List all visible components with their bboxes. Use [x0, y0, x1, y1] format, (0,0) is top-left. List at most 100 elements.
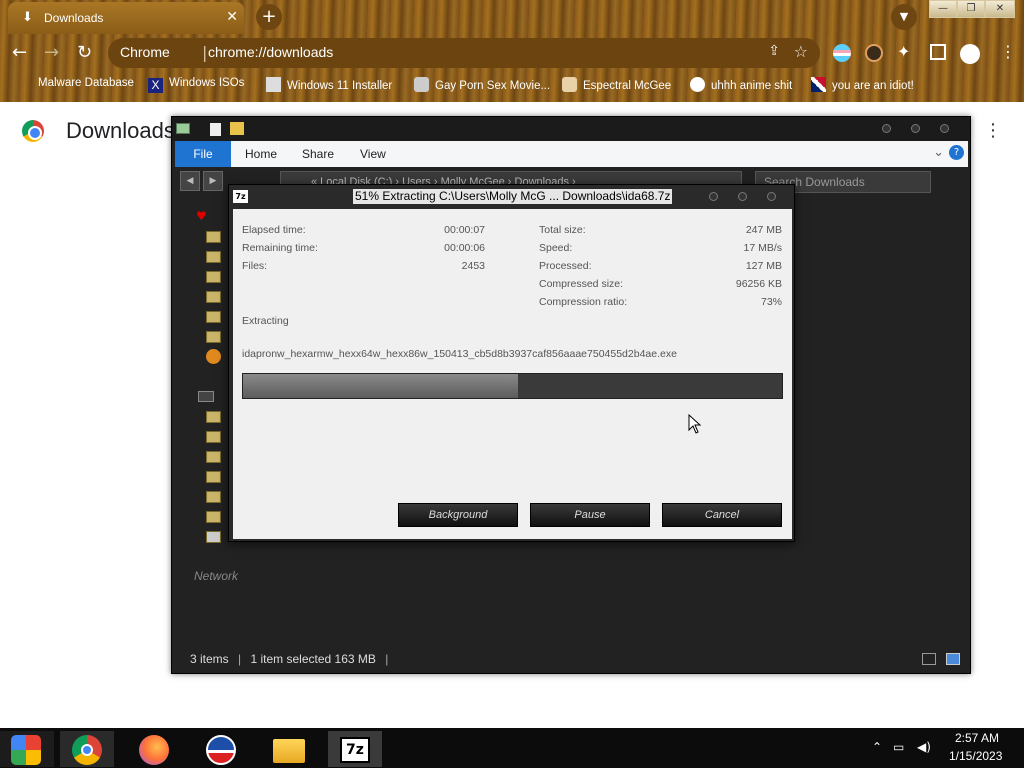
- current-file: idapronw_hexarmw_hexx64w_hexx86w_150413_…: [242, 348, 677, 360]
- favorites-heart-icon[interactable]: ♥: [196, 209, 207, 223]
- minimize-button[interactable]: [882, 124, 891, 133]
- extraction-dialog: 7z 51% Extracting C:\Users\Molly McG ...…: [228, 184, 795, 542]
- start-icon[interactable]: [0, 731, 54, 767]
- properties-icon[interactable]: [210, 123, 221, 136]
- close-tab-icon[interactable]: ✕: [226, 9, 238, 25]
- flag-icon: [811, 77, 826, 92]
- chevron-up-icon[interactable]: ⌃: [872, 740, 882, 754]
- details-view-icon[interactable]: [922, 653, 936, 665]
- 7zip-icon[interactable]: 7z: [328, 731, 382, 767]
- chrome-icon[interactable]: [60, 731, 114, 767]
- network-icon[interactable]: ▭: [893, 740, 904, 754]
- stat-value: 96256 KB: [735, 278, 782, 290]
- selection-info: 1 item selected 163 MB: [250, 652, 376, 666]
- back-arrow-icon[interactable]: ◀: [180, 171, 200, 191]
- side-panel-icon[interactable]: [930, 44, 946, 60]
- stat-label: Processed:: [539, 260, 592, 272]
- network-label[interactable]: Network: [194, 569, 238, 583]
- extension-avatar-icon[interactable]: [865, 44, 883, 62]
- bookmark-item[interactable]: Espectral McGee: [562, 77, 671, 92]
- dialog-body: Elapsed time: 00:00:07 Remaining time: 0…: [233, 209, 792, 539]
- forward-arrow-icon[interactable]: ▶: [203, 171, 223, 191]
- tab-share[interactable]: Share: [302, 147, 334, 161]
- folder-icon[interactable]: [206, 471, 221, 483]
- folder-icon[interactable]: [206, 311, 221, 323]
- profile-icon[interactable]: [960, 44, 980, 64]
- tab-downloads[interactable]: ⬇ Downloads ✕: [8, 2, 244, 34]
- status-bar: 3 items | 1 item selected 163 MB |: [190, 652, 389, 666]
- close-button[interactable]: [940, 124, 949, 133]
- minimize-button[interactable]: —: [929, 0, 957, 18]
- folder-icon[interactable]: [206, 271, 221, 283]
- page-menu-icon[interactable]: ⋮: [984, 120, 1002, 141]
- ribbon: File Home Share View ⌄ ?: [175, 141, 968, 167]
- stat-value: 17 MB/s: [743, 242, 782, 254]
- drive-icon[interactable]: [206, 531, 221, 543]
- address-bar[interactable]: Chrome | chrome://downloads ⇪ ☆: [108, 38, 820, 68]
- chrome-logo-icon: [22, 120, 44, 142]
- bookmark-item[interactable]: Windows 11 Installer: [266, 77, 392, 92]
- bookmark-item[interactable]: you are an idiot!: [811, 77, 914, 92]
- folder-icon[interactable]: [206, 511, 221, 523]
- download-icon: ⬇: [22, 10, 33, 25]
- background-button[interactable]: Background: [398, 503, 518, 527]
- extension-flag-icon[interactable]: [833, 44, 851, 62]
- folder-icon[interactable]: [206, 291, 221, 303]
- menu-dots-icon[interactable]: ⋮: [1000, 42, 1016, 61]
- drive-icon[interactable]: [206, 349, 221, 364]
- folder-icon[interactable]: [206, 491, 221, 503]
- bookmark-item[interactable]: Gay Porn Sex Movie...: [414, 77, 550, 92]
- tab-file[interactable]: File: [175, 141, 231, 167]
- bookmark-star-icon[interactable]: ☆: [794, 42, 808, 61]
- share-icon[interactable]: ⇪: [768, 43, 780, 59]
- bookmark-item[interactable]: uhhh anime shit: [690, 77, 792, 92]
- stat-label: Files:: [242, 260, 268, 272]
- item-count: 3 items: [190, 652, 229, 666]
- firefox-icon[interactable]: [127, 731, 181, 767]
- stat-value: 00:00:07: [444, 224, 485, 236]
- minimize-button[interactable]: [709, 192, 718, 201]
- obama-logo-icon[interactable]: [194, 731, 248, 767]
- bookmark-item[interactable]: X Windows ISOs: [148, 77, 244, 93]
- extensions-puzzle-icon[interactable]: ✦: [897, 42, 910, 61]
- folder-icon[interactable]: [206, 411, 221, 423]
- pause-button[interactable]: Pause: [530, 503, 650, 527]
- progress-bar: [242, 373, 783, 399]
- url-text[interactable]: chrome://downloads: [208, 44, 333, 60]
- tab-home[interactable]: Home: [245, 147, 277, 161]
- bookmark-item[interactable]: Malware Database: [38, 77, 134, 89]
- reload-icon[interactable]: ↻: [77, 42, 92, 63]
- volume-icon[interactable]: ◀): [917, 740, 931, 754]
- stat-label: Compression ratio:: [539, 296, 628, 308]
- tab-search-button[interactable]: ▼: [891, 4, 917, 30]
- clock-time[interactable]: 2:57 AM: [955, 731, 999, 745]
- cancel-button[interactable]: Cancel: [662, 503, 782, 527]
- large-icons-view-icon[interactable]: [946, 653, 960, 665]
- maximize-button[interactable]: [738, 192, 747, 201]
- x-logo-icon: X: [148, 78, 163, 93]
- clock-date[interactable]: 1/15/2023: [949, 749, 1002, 763]
- tab-title: Downloads: [44, 11, 104, 25]
- folder-icon[interactable]: [206, 431, 221, 443]
- stat-label: Compressed size:: [539, 278, 624, 290]
- help-icon[interactable]: ?: [949, 145, 964, 160]
- maximize-button[interactable]: ❐: [957, 0, 985, 18]
- stat-value: 00:00:06: [444, 242, 485, 254]
- file-explorer-icon[interactable]: [261, 731, 315, 767]
- back-arrow-icon[interactable]: ←: [12, 42, 27, 63]
- new-tab-button[interactable]: +: [256, 4, 282, 30]
- close-button[interactable]: [767, 192, 776, 201]
- close-window-button[interactable]: ✕: [985, 0, 1015, 18]
- folder-icon[interactable]: [206, 451, 221, 463]
- this-pc-icon[interactable]: [198, 391, 214, 402]
- folder-icon[interactable]: [206, 251, 221, 263]
- forward-arrow-icon[interactable]: →: [44, 42, 59, 63]
- tab-view[interactable]: View: [360, 147, 386, 161]
- folder-icon[interactable]: [206, 331, 221, 343]
- stat-value: 247 MB: [745, 224, 782, 236]
- chevron-down-icon[interactable]: ⌄: [933, 145, 944, 160]
- explorer-icon: [176, 123, 190, 134]
- folder-icon[interactable]: [206, 231, 221, 243]
- new-folder-icon[interactable]: [230, 122, 244, 135]
- maximize-button[interactable]: [911, 124, 920, 133]
